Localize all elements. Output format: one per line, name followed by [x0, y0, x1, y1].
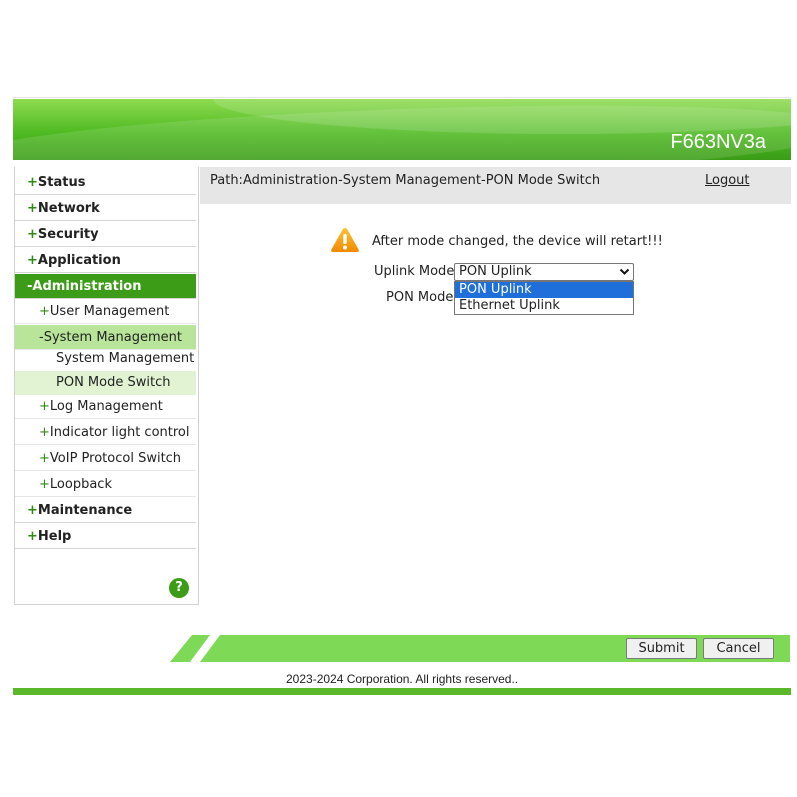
uplink-mode-label: Uplink Mode [374, 264, 455, 279]
sidebar-item-label: Log Management [49, 399, 163, 414]
sidebar-leaf-pon-mode-switch[interactable]: PON Mode Switch [15, 371, 196, 395]
sidebar-item-user-management[interactable]: +User Management [15, 299, 196, 324]
sidebar-item-application[interactable]: +Application [15, 248, 196, 273]
sidebar-item-status[interactable]: +Status [15, 170, 196, 195]
bottom-bar [13, 688, 791, 695]
expand-sign: + [39, 451, 50, 466]
chevron-down-icon [619, 268, 630, 275]
pon-mode-label: PON Mode [386, 290, 454, 305]
sidebar-item-label: System Management [43, 330, 182, 345]
sidebar-item-label: Help [37, 529, 72, 544]
copyright-text: 2023-2024 Corporation. All rights reserv… [286, 672, 519, 686]
sidebar-item-network[interactable]: +Network [15, 196, 196, 221]
expand-sign: + [27, 201, 38, 216]
sidebar-item-label: Administration [32, 279, 142, 294]
sidebar-item-indicator-light-control[interactable]: +Indicator light control [15, 420, 196, 445]
sidebar-item-maintenance[interactable]: +Maintenance [15, 498, 196, 523]
sidebar-item-label: Security [37, 227, 99, 242]
sidebar-item-label: User Management [49, 304, 170, 319]
submit-button[interactable]: Submit [626, 638, 697, 659]
uplink-mode-dropdown: PON Uplink Ethernet Uplink [454, 281, 634, 315]
footer-stripe-fill [170, 635, 790, 662]
sidebar-item-label: System Management [56, 351, 195, 366]
expand-sign: + [27, 529, 38, 544]
sidebar-item-log-management[interactable]: +Log Management [15, 394, 196, 419]
sidebar-item-administration[interactable]: -Administration [15, 274, 196, 299]
sidebar-leaf-system-management[interactable]: System Management [15, 347, 196, 371]
device-model: F663NV3a [670, 131, 766, 153]
help-icon[interactable]: ? [169, 578, 189, 598]
expand-sign: + [39, 399, 50, 414]
breadcrumb-bar: Path:Administration-System Management-PO… [200, 167, 791, 204]
expand-sign: + [27, 175, 38, 190]
header-banner: F663NV3a [13, 99, 791, 160]
warning-message: After mode changed, the device will reta… [372, 234, 663, 249]
top-divider [13, 97, 791, 98]
sidebar-item-security[interactable]: +Security [15, 222, 196, 247]
logout-link[interactable]: Logout [705, 173, 750, 188]
expand-sign: + [39, 477, 50, 492]
cancel-button[interactable]: Cancel [703, 638, 774, 659]
dropdown-option[interactable]: PON Uplink [455, 282, 633, 298]
sidebar-item-label: Maintenance [37, 503, 133, 518]
sidebar-item-label: Loopback [49, 477, 112, 492]
uplink-mode-select[interactable]: PON Uplink [454, 263, 634, 281]
breadcrumb: Path:Administration-System Management-PO… [210, 173, 601, 188]
warning-triangle-icon [331, 228, 359, 252]
expand-sign: + [27, 503, 38, 518]
sidebar-item-help[interactable]: +Help [15, 524, 196, 549]
sidebar-item-label: Status [37, 175, 86, 190]
sidebar-item-loopback[interactable]: +Loopback [15, 472, 196, 497]
select-value: PON Uplink [459, 264, 532, 279]
sidebar-item-label: Network [37, 201, 100, 216]
dropdown-option[interactable]: Ethernet Uplink [455, 298, 633, 314]
sidebar-nav: +Status +Network +Security +Application … [14, 167, 199, 605]
expand-sign: + [27, 227, 38, 242]
expand-sign: + [39, 425, 50, 440]
expand-sign: + [39, 304, 50, 319]
sidebar-item-label: Application [37, 253, 121, 268]
sidebar-item-label: Indicator light control [49, 425, 190, 440]
sidebar-item-voip-protocol-switch[interactable]: +VoIP Protocol Switch [15, 446, 196, 471]
expand-sign: + [27, 253, 38, 268]
footer-stripe [170, 635, 790, 662]
sidebar-item-label: PON Mode Switch [56, 375, 171, 390]
sidebar-item-label: VoIP Protocol Switch [49, 451, 182, 466]
